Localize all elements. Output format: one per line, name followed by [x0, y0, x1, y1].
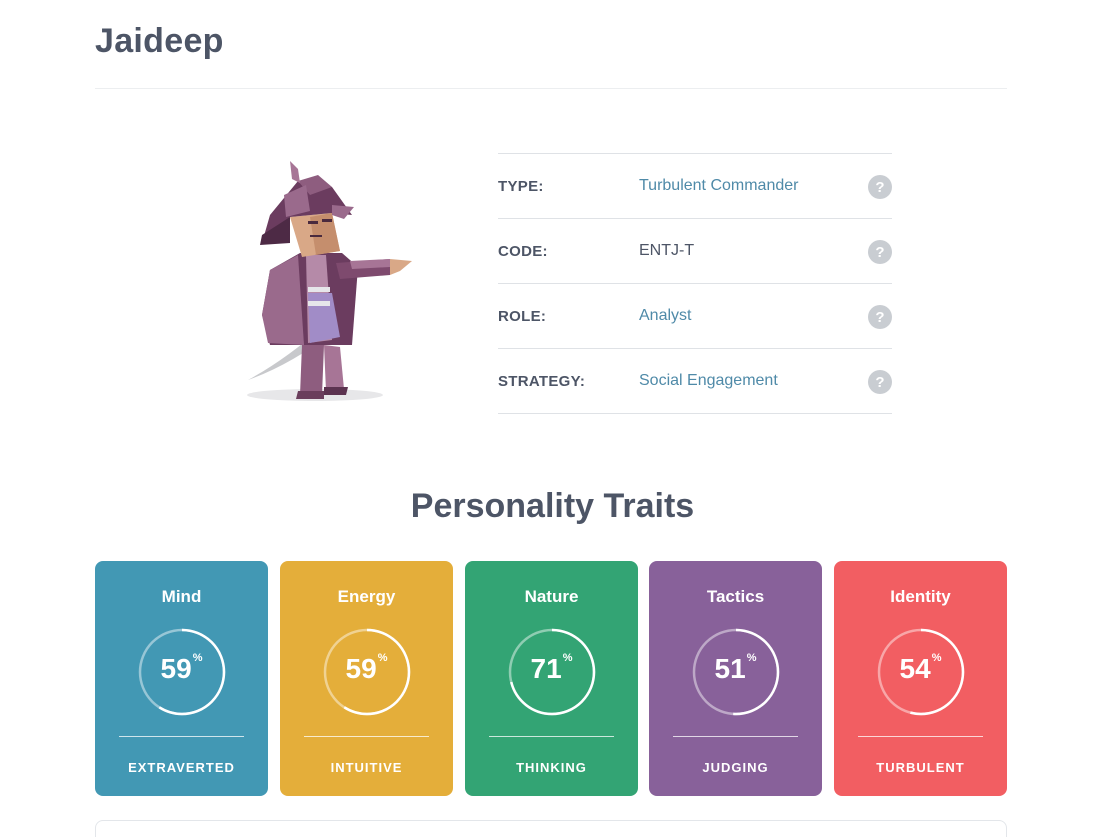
- trait-card-tactics[interactable]: Tactics 51% JUDGING: [649, 561, 822, 796]
- trait-name: Nature: [524, 587, 579, 606]
- info-row-code: CODE: ENTJ-T ?: [498, 219, 892, 284]
- trait-label: TURBULENT: [876, 760, 965, 775]
- percent-value: 59: [345, 653, 377, 684]
- trait-label: THINKING: [516, 760, 587, 775]
- question-mark-icon[interactable]: ?: [868, 175, 892, 199]
- info-key: STRATEGY:: [498, 372, 586, 390]
- trait-label: INTUITIVE: [330, 760, 403, 775]
- question-mark-icon[interactable]: ?: [868, 240, 892, 264]
- percent-value: 54: [899, 653, 931, 684]
- percent-sign: %: [192, 652, 203, 664]
- code-value: ENTJ-T: [639, 242, 695, 259]
- question-mark-icon[interactable]: ?: [868, 305, 892, 329]
- card-divider: [304, 736, 429, 737]
- trait-percent: 51%: [649, 652, 822, 684]
- type-link[interactable]: Turbulent Commander: [639, 177, 798, 195]
- percent-sign: %: [931, 652, 942, 664]
- strategy-link[interactable]: Social Engagement: [639, 372, 778, 390]
- percent-value: 51: [714, 653, 746, 684]
- trait-card-identity[interactable]: Identity 54% TURBULENT: [834, 561, 1007, 796]
- trait-name: Identity: [890, 587, 951, 606]
- info-row-strategy: STRATEGY: Social Engagement ?: [498, 349, 892, 414]
- trait-name: Energy: [337, 587, 396, 606]
- role-link[interactable]: Analyst: [639, 307, 691, 325]
- title-divider: [95, 88, 1007, 89]
- trait-label: JUDGING: [702, 760, 769, 775]
- trait-percent: 71%: [465, 652, 638, 684]
- commander-avatar-illustration: [247, 161, 412, 401]
- page-title: Jaideep: [95, 22, 224, 60]
- card-divider: [858, 736, 983, 737]
- card-divider: [673, 736, 798, 737]
- card-divider: [489, 736, 614, 737]
- section-title: Personality Traits: [410, 487, 695, 525]
- trait-card-energy[interactable]: Energy 59% INTUITIVE: [280, 561, 453, 796]
- info-row-role: ROLE: Analyst ?: [498, 284, 892, 349]
- percent-value: 59: [160, 653, 192, 684]
- trait-cards: Mind 59% EXTRAVERTED Energy 59% INTUITIV…: [95, 561, 1007, 796]
- question-mark-icon[interactable]: ?: [868, 370, 892, 394]
- trait-percent: 59%: [95, 652, 268, 684]
- trait-label: EXTRAVERTED: [128, 760, 235, 775]
- trait-name: Tactics: [706, 587, 765, 606]
- info-row-type: TYPE: Turbulent Commander ?: [498, 154, 892, 219]
- percent-sign: %: [562, 652, 573, 664]
- type-info-table: TYPE: Turbulent Commander ? CODE: ENTJ-T…: [498, 153, 892, 414]
- trait-card-nature[interactable]: Nature 71% THINKING: [465, 561, 638, 796]
- trait-card-mind[interactable]: Mind 59% EXTRAVERTED: [95, 561, 268, 796]
- info-key: ROLE:: [498, 307, 547, 325]
- info-key: TYPE:: [498, 177, 544, 195]
- next-section-panel: [95, 820, 1007, 837]
- trait-percent: 59%: [280, 652, 453, 684]
- percent-sign: %: [746, 652, 757, 664]
- card-divider: [119, 736, 244, 737]
- info-key: CODE:: [498, 242, 548, 260]
- trait-name: Mind: [161, 587, 202, 606]
- percent-value: 71: [530, 653, 562, 684]
- trait-percent: 54%: [834, 652, 1007, 684]
- percent-sign: %: [377, 652, 388, 664]
